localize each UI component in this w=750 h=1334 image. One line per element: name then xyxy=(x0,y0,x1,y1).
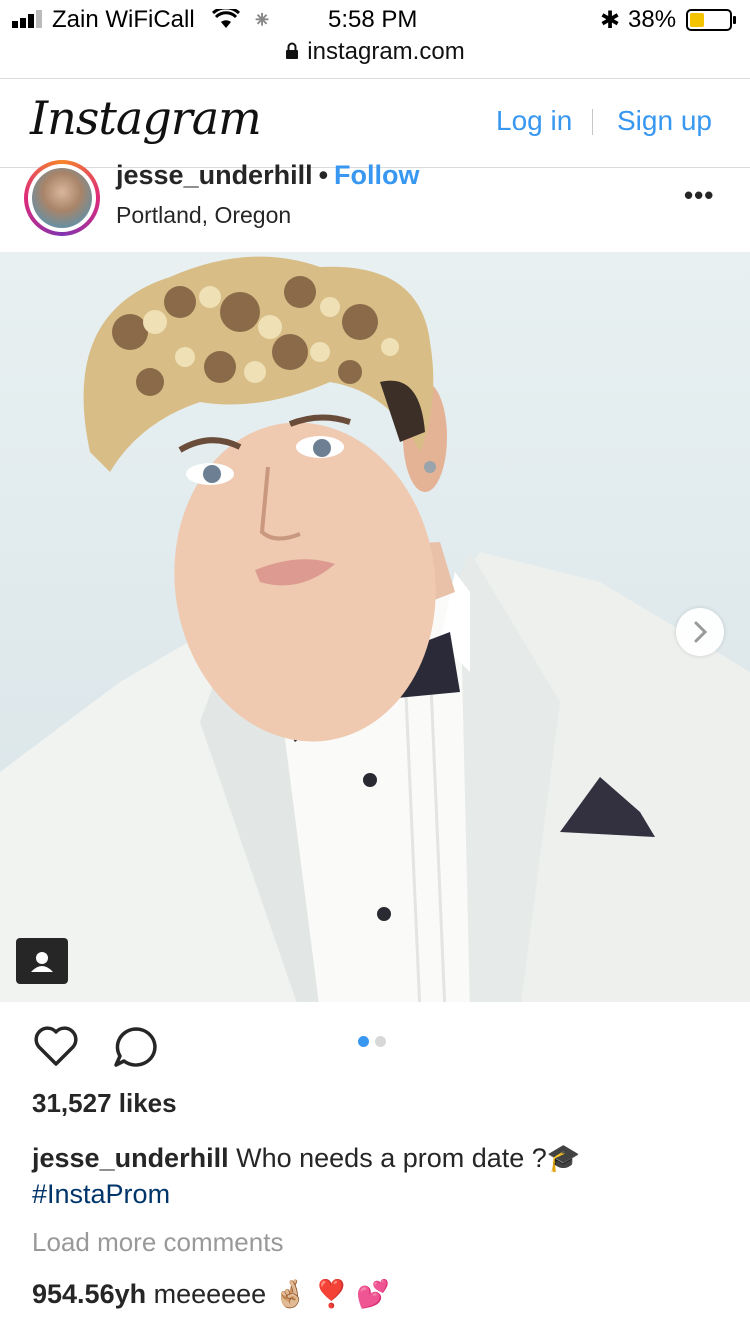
heart-icon[interactable] xyxy=(32,1024,80,1073)
loading-spinner-icon: ⁕ xyxy=(252,7,273,34)
portrait-image xyxy=(0,256,750,1002)
post-author-row: jesse_underhill • Follow xyxy=(116,160,420,191)
carousel-dot xyxy=(375,1036,386,1047)
bluetooth-icon: ✱ xyxy=(600,7,621,34)
comment-text: meeeeee 🤞🏼 ❣️ 💕 xyxy=(153,1279,390,1309)
caption-text: Who needs a prom date ?🎓 xyxy=(236,1143,581,1173)
tagged-people-button[interactable] xyxy=(16,938,68,984)
user-tag-icon xyxy=(31,952,53,972)
battery-percent: 38% xyxy=(628,6,677,33)
caption-username[interactable]: jesse_underhill xyxy=(32,1143,229,1173)
more-options-icon[interactable]: ••• xyxy=(684,180,714,211)
address-bar[interactable]: instagram.com xyxy=(0,38,750,72)
wifi-icon xyxy=(211,6,241,36)
instagram-logo[interactable]: Instagram xyxy=(30,91,262,145)
carrier-label: Zain WiFiCall xyxy=(52,6,195,33)
battery-icon xyxy=(686,8,738,39)
carousel-indicator xyxy=(358,1034,392,1052)
post-photo[interactable] xyxy=(0,252,750,1002)
lock-icon xyxy=(285,39,299,67)
post-header: jesse_underhill • Follow Portland, Oregon … xyxy=(0,160,750,250)
signup-link[interactable]: Sign up xyxy=(617,105,712,137)
login-link[interactable]: Log in xyxy=(496,105,572,137)
post-actions xyxy=(0,1002,750,1082)
signal-strength-icon xyxy=(12,6,48,34)
site-header: Instagram Log in Sign up xyxy=(0,78,750,168)
post-username[interactable]: jesse_underhill xyxy=(116,160,313,190)
avatar[interactable] xyxy=(24,160,100,236)
post-location[interactable]: Portland, Oregon xyxy=(116,202,291,229)
hashtag-link[interactable]: #InstaProm xyxy=(32,1179,170,1209)
comment-icon[interactable] xyxy=(112,1024,160,1075)
carousel-next-button[interactable] xyxy=(676,608,724,656)
comment-username[interactable]: 954.56yh xyxy=(32,1279,146,1309)
carousel-dot-active xyxy=(358,1036,369,1047)
load-more-comments-link[interactable]: Load more comments xyxy=(32,1227,283,1258)
post-caption: jesse_underhill Who needs a prom date ?🎓… xyxy=(32,1140,722,1212)
follow-button[interactable]: Follow xyxy=(334,160,419,190)
chevron-right-icon xyxy=(694,621,708,643)
clock: 5:58 PM xyxy=(328,6,418,33)
divider xyxy=(592,109,593,135)
separator-dot: • xyxy=(318,160,329,190)
comment: 954.56yh meeeeee 🤞🏼 ❣️ 💕 xyxy=(32,1278,390,1310)
url-text: instagram.com xyxy=(307,38,465,65)
likes-count[interactable]: 31,527 likes xyxy=(32,1088,177,1119)
status-bar: Zain WiFiCall ⁕ 5:58 PM ✱ 38% xyxy=(0,0,750,40)
